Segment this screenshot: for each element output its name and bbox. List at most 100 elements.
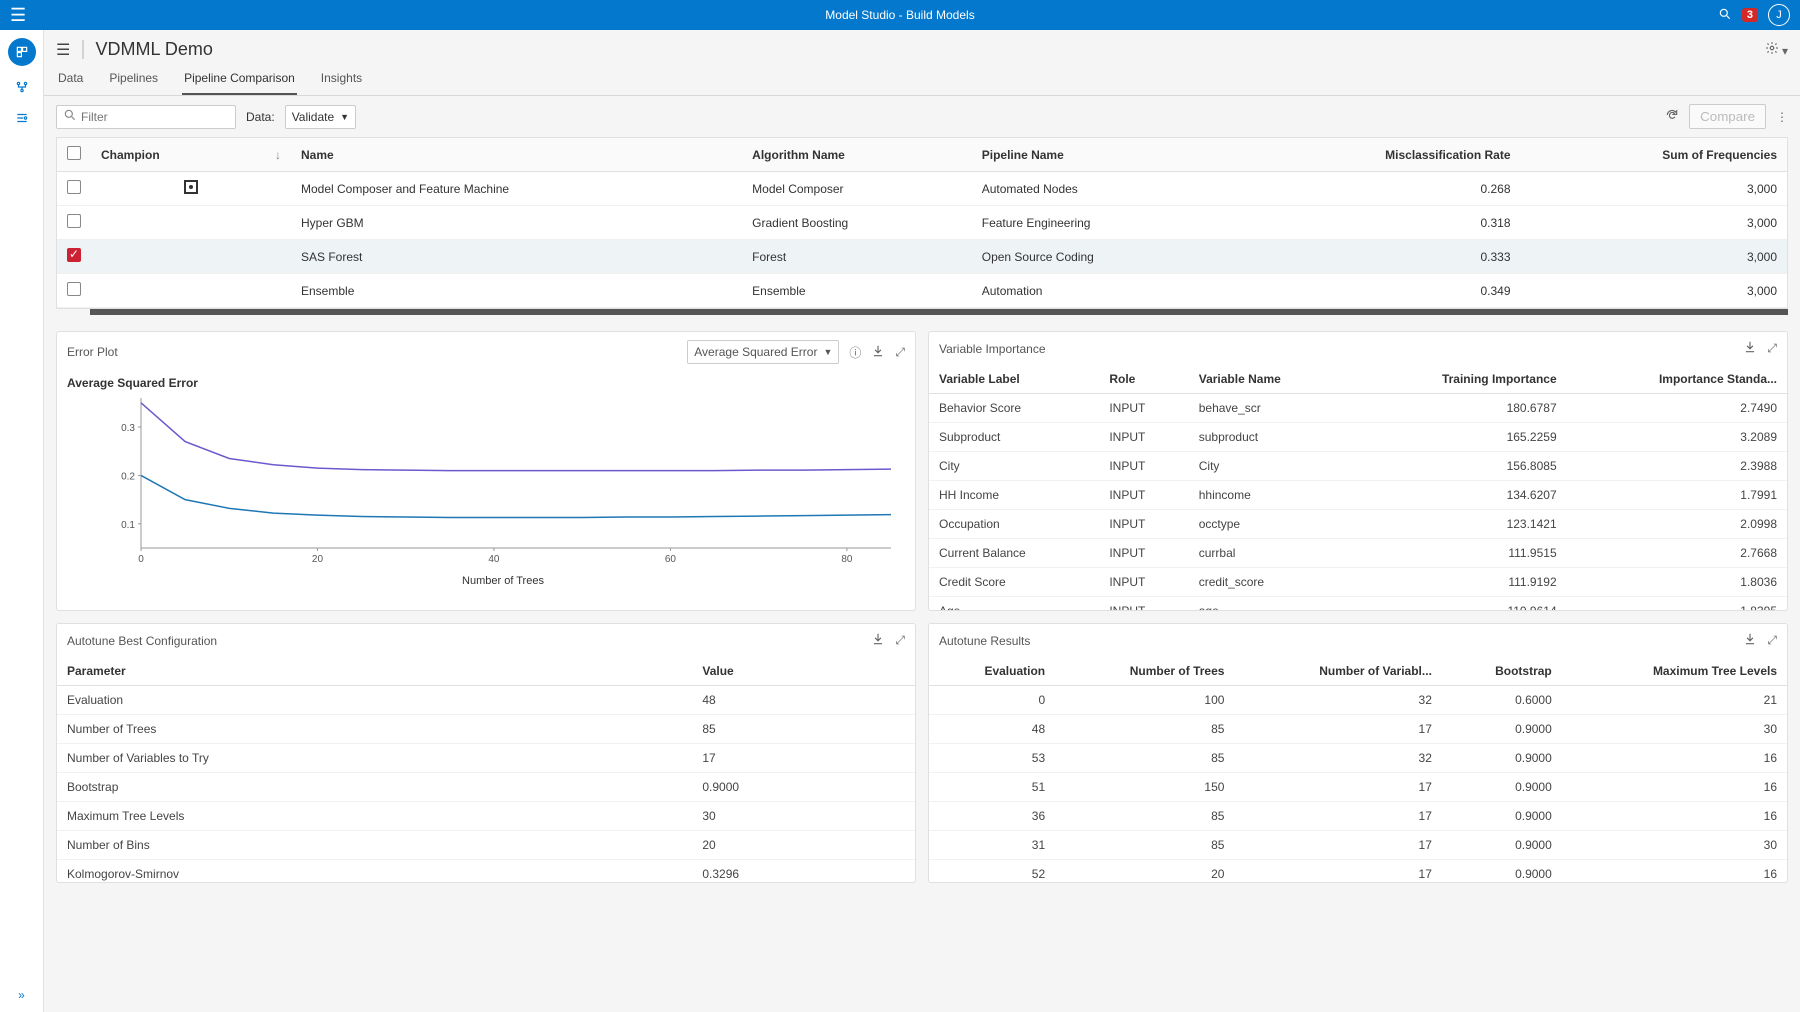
column-header[interactable]: Evaluation	[929, 657, 1055, 686]
expand-icon[interactable]: ⤢	[1767, 633, 1777, 648]
models-table: Champion↓NameAlgorithm NamePipeline Name…	[56, 137, 1788, 309]
top-bar: ☰ Model Studio - Build Models 3 J	[0, 0, 1800, 30]
table-row[interactable]: Kolmogorov-Smirnov0.3296	[57, 860, 915, 883]
data-select[interactable]: Validate ▼	[285, 105, 356, 129]
tab-pipelines[interactable]: Pipelines	[107, 65, 160, 95]
compare-button[interactable]: Compare	[1689, 104, 1766, 129]
download-icon[interactable]	[1743, 632, 1757, 649]
download-icon[interactable]	[1743, 340, 1757, 357]
table-row[interactable]: 51150170.900016	[929, 773, 1787, 802]
table-row[interactable]: HH IncomeINPUThhincome134.62071.7991	[929, 481, 1787, 510]
row-checkbox[interactable]	[67, 180, 81, 194]
more-icon[interactable]: ⋮	[1776, 110, 1788, 124]
table-row[interactable]: OccupationINPUTocctype123.14212.0998	[929, 510, 1787, 539]
chevron-down-icon: ▼	[823, 347, 832, 357]
svg-text:0.1: 0.1	[121, 520, 135, 531]
table-row[interactable]: Number of Bins20	[57, 831, 915, 860]
sidebar-item-projects-icon[interactable]	[8, 38, 36, 66]
filter-input[interactable]	[81, 110, 229, 124]
column-header[interactable]: Variable Label	[929, 365, 1099, 394]
tab-insights[interactable]: Insights	[319, 65, 364, 95]
x-axis-label: Number of Trees	[107, 575, 899, 587]
column-header[interactable]: Champion↓	[91, 138, 291, 172]
gear-icon[interactable]: ▾	[1765, 41, 1788, 58]
list-toggle-icon[interactable]: ☰	[56, 40, 70, 60]
table-row[interactable]: AgeINPUTage110.96141.8395	[929, 597, 1787, 611]
tabs: Data Pipelines Pipeline Comparison Insights	[44, 65, 1800, 96]
table-row[interactable]: SAS ForestForestOpen Source Coding0.3333…	[57, 240, 1787, 274]
metric-select[interactable]: Average Squared Error ▼	[687, 340, 839, 364]
column-header[interactable]: Variable Name	[1189, 365, 1352, 394]
sidebar-item-flow-icon[interactable]	[15, 80, 29, 97]
column-header[interactable]: Value	[692, 657, 915, 686]
column-header[interactable]: Bootstrap	[1442, 657, 1562, 686]
tab-pipeline-comparison[interactable]: Pipeline Comparison	[182, 65, 297, 95]
table-row[interactable]: EnsembleEnsembleAutomation0.3493,000	[57, 274, 1787, 308]
table-row[interactable]: Maximum Tree Levels30	[57, 802, 915, 831]
chevron-down-icon: ▼	[340, 112, 349, 122]
column-header[interactable]: Pipeline Name	[972, 138, 1233, 172]
download-icon[interactable]	[871, 344, 885, 361]
column-header[interactable]: Number of Variabl...	[1234, 657, 1441, 686]
filter-input-wrapper	[56, 105, 236, 129]
column-header[interactable]: Number of Trees	[1055, 657, 1234, 686]
horizontal-scrollbar[interactable]	[90, 309, 1788, 315]
svg-text:60: 60	[665, 554, 677, 565]
table-row[interactable]: Evaluation48	[57, 686, 915, 715]
notification-badge[interactable]: 3	[1742, 8, 1758, 22]
left-sidebar: »	[0, 30, 44, 1012]
expand-icon[interactable]: ⤢	[895, 633, 905, 648]
table-row[interactable]: Number of Trees85	[57, 715, 915, 744]
search-icon	[63, 108, 77, 125]
table-row[interactable]: 5220170.900016	[929, 860, 1787, 883]
table-row[interactable]: CityINPUTCity156.80852.3988	[929, 452, 1787, 481]
row-checkbox[interactable]	[67, 248, 81, 262]
table-row[interactable]: SubproductINPUTsubproduct165.22593.2089	[929, 423, 1787, 452]
svg-text:40: 40	[488, 554, 500, 565]
sidebar-expand-icon[interactable]: »	[18, 988, 25, 1002]
tab-data[interactable]: Data	[56, 65, 85, 95]
table-row[interactable]: Current BalanceINPUTcurrbal111.95152.766…	[929, 539, 1787, 568]
info-icon[interactable]: ⓘ	[849, 344, 861, 361]
table-row[interactable]: 3185170.900030	[929, 831, 1787, 860]
hamburger-icon[interactable]: ☰	[10, 5, 26, 26]
data-label: Data:	[246, 110, 275, 124]
table-row[interactable]: Model Composer and Feature MachineModel …	[57, 172, 1787, 206]
table-row[interactable]: 3685170.900016	[929, 802, 1787, 831]
refresh-icon[interactable]	[1665, 108, 1679, 125]
search-icon[interactable]	[1718, 7, 1732, 24]
table-row[interactable]: 4885170.900030	[929, 715, 1787, 744]
svg-text:0.3: 0.3	[121, 423, 135, 434]
sidebar-item-settings-icon[interactable]	[15, 111, 29, 128]
autotune-results-panel: Autotune Results ⤢ EvaluationNumber of T…	[928, 623, 1788, 883]
column-header[interactable]: Algorithm Name	[742, 138, 972, 172]
table-row[interactable]: Behavior ScoreINPUTbehave_scr180.67872.7…	[929, 394, 1787, 423]
column-header[interactable]: Parameter	[57, 657, 692, 686]
table-row[interactable]: 0100320.600021	[929, 686, 1787, 715]
column-header[interactable]: Role	[1099, 365, 1188, 394]
table-row[interactable]: Credit ScoreINPUTcredit_score111.91921.8…	[929, 568, 1787, 597]
table-row[interactable]: Hyper GBMGradient BoostingFeature Engine…	[57, 206, 1787, 240]
table-row[interactable]: Bootstrap0.9000	[57, 773, 915, 802]
panel-title: Error Plot	[67, 345, 118, 359]
column-header[interactable]: Name	[291, 138, 742, 172]
column-header[interactable]: Importance Standa...	[1567, 365, 1787, 394]
avatar[interactable]: J	[1768, 4, 1790, 26]
row-checkbox[interactable]	[67, 214, 81, 228]
column-header[interactable]: Misclassification Rate	[1233, 138, 1521, 172]
column-header[interactable]: Sum of Frequencies	[1521, 138, 1787, 172]
error-plot-panel: Error Plot Average Squared Error ▼ ⓘ ⤢ A…	[56, 331, 916, 611]
panel-title: Autotune Best Configuration	[67, 634, 217, 648]
table-row[interactable]: 5385320.900016	[929, 744, 1787, 773]
download-icon[interactable]	[871, 632, 885, 649]
svg-text:80: 80	[841, 554, 853, 565]
column-header[interactable]: Maximum Tree Levels	[1562, 657, 1787, 686]
svg-text:20: 20	[312, 554, 324, 565]
expand-icon[interactable]: ⤢	[1767, 341, 1777, 356]
row-checkbox[interactable]	[67, 282, 81, 296]
table-row[interactable]: Number of Variables to Try17	[57, 744, 915, 773]
panel-title: Autotune Results	[939, 634, 1030, 648]
column-header[interactable]: Training Importance	[1352, 365, 1567, 394]
expand-icon[interactable]: ⤢	[895, 345, 905, 360]
select-all-header[interactable]	[57, 138, 91, 172]
